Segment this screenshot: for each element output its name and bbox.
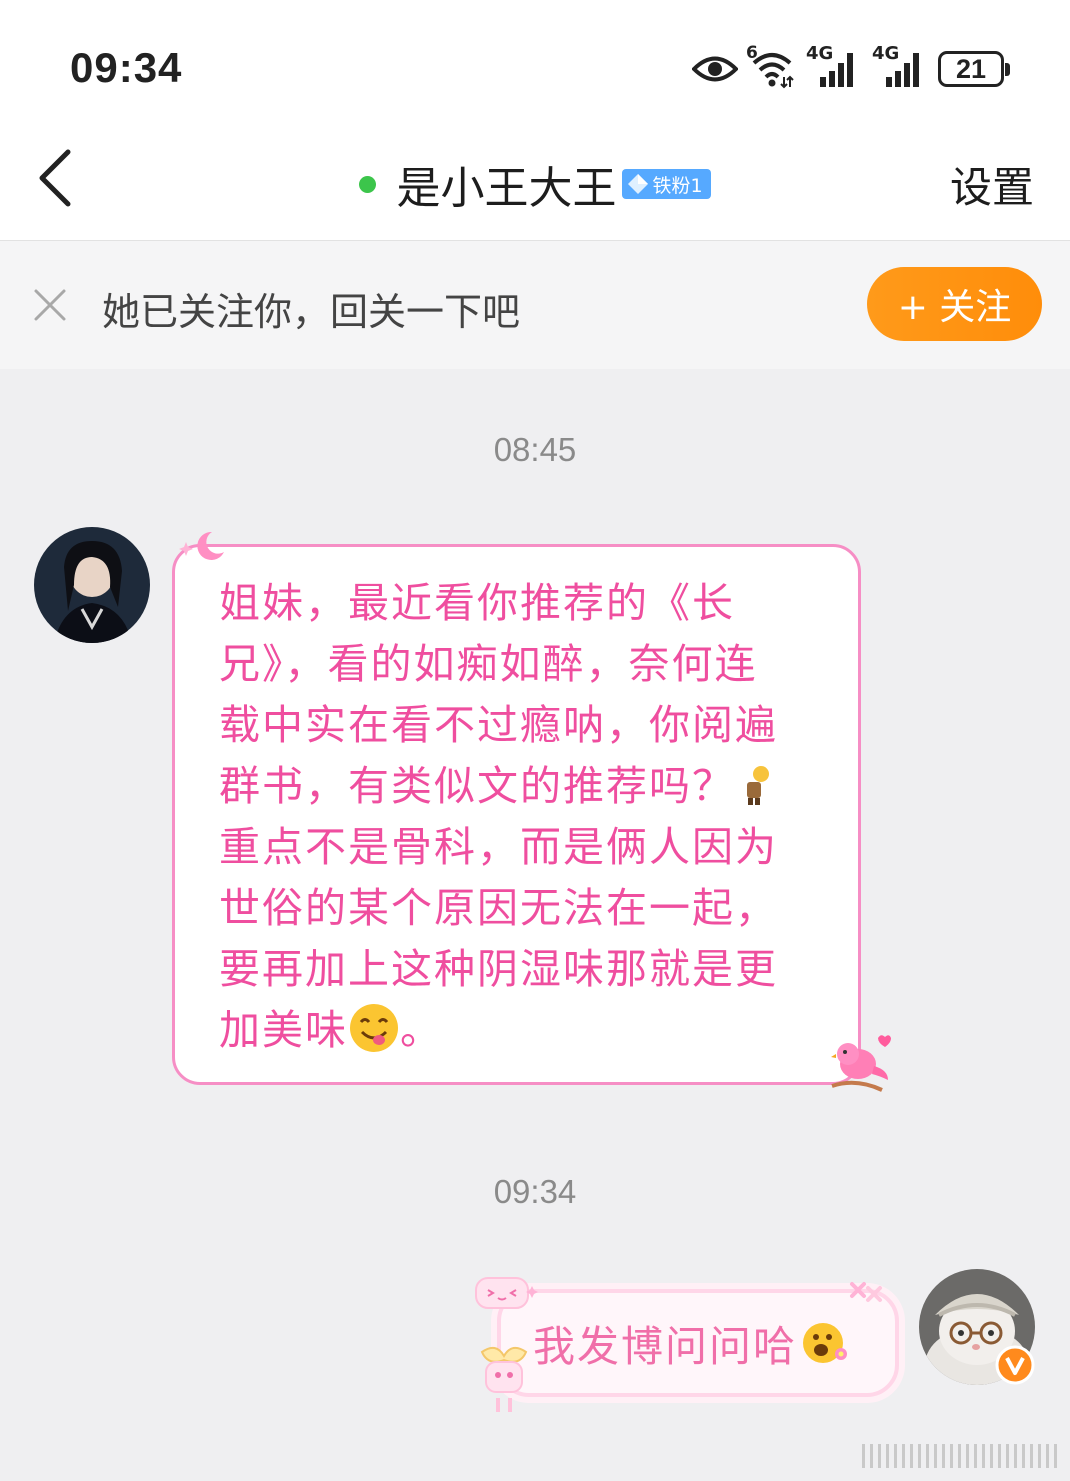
- follow-button-label: + 关注: [897, 287, 1012, 328]
- message-line: 重点不是骨科，而是俩人因为: [219, 823, 778, 871]
- message-line: 载中实在看不过瘾呐，你阅遍: [219, 701, 778, 749]
- message-line: 要再加上这种阴湿味那就是更: [219, 945, 778, 993]
- x-sticker-icon: [850, 1282, 882, 1302]
- verified-v-badge-icon: [995, 1345, 1035, 1385]
- signal-icon: 4G: [806, 43, 860, 89]
- close-follow-bar-button[interactable]: [32, 287, 68, 323]
- outgoing-message-bubble[interactable]: 我发博问问哈: [497, 1289, 899, 1397]
- settings-button[interactable]: 设置: [950, 154, 1034, 215]
- eye-icon: [692, 56, 738, 82]
- bow-sticker-icon: [480, 1346, 528, 1412]
- status-icons: 6 4G 4G 21: [692, 43, 1010, 94]
- yum-face-emoji-icon: [350, 1004, 398, 1052]
- message-line: 群书，有类似文的推荐吗？: [219, 762, 735, 810]
- online-status-dot: [359, 175, 377, 193]
- wifi-icon: 6: [746, 43, 794, 89]
- fan-badge-label: 铁粉1: [652, 174, 703, 197]
- signal-icon-2: 4G: [872, 43, 926, 89]
- thinking-person-emoji-icon: [747, 766, 769, 805]
- cute-face-sticker-icon: [475, 1277, 538, 1309]
- contact-avatar[interactable]: [34, 527, 150, 643]
- follow-button[interactable]: + 关注: [867, 267, 1042, 341]
- wifi-label: 6: [746, 43, 758, 63]
- chat-title: 是小王大王 铁粉1: [0, 152, 1070, 216]
- diamond-icon: [628, 174, 649, 194]
- incoming-message-text: 姐妹，最近看你推荐的《长 兄》，看的如痴如醉，奈何连 载中实在看不过瘾呐，你阅遍…: [219, 573, 828, 1061]
- bird-sticker-icon: [831, 1035, 891, 1092]
- status-time: 09:34: [70, 44, 183, 91]
- message-timestamp: 09:34: [493, 1173, 577, 1210]
- battery-icon: 21: [938, 51, 1010, 87]
- outgoing-message-text: 我发博问问哈: [533, 1321, 798, 1371]
- message-line: 兄》，看的如痴如醉，奈何连: [219, 640, 758, 688]
- fan-badge: 铁粉1: [622, 169, 711, 199]
- follow-prompt-text: 她已关注你，回关一下吧: [102, 290, 521, 334]
- status-bar: 09:34 6 4G 4G 21: [0, 0, 1070, 130]
- battery-level: 21: [955, 53, 987, 84]
- follow-back-bar: 她已关注你，回关一下吧 + 关注: [0, 241, 1070, 369]
- moon-sticker-icon: [179, 531, 224, 560]
- message-suffix: 。: [400, 1006, 443, 1054]
- message-timestamp: 08:45: [493, 431, 577, 468]
- message-line: 姐妹，最近看你推荐的《长: [219, 579, 735, 627]
- flower-face-emoji-icon: [803, 1323, 848, 1363]
- home-indicator: [862, 1444, 1057, 1468]
- message-line: 加美味: [219, 1006, 348, 1054]
- close-icon: [34, 289, 66, 321]
- incoming-message-bubble[interactable]: 姐妹，最近看你推荐的《长 兄》，看的如痴如醉，奈何连 载中实在看不过瘾呐，你阅遍…: [172, 544, 861, 1085]
- contact-name[interactable]: 是小王大王: [396, 152, 616, 216]
- chat-header: 是小王大王 铁粉1 设置: [0, 130, 1070, 241]
- message-line: 世俗的某个原因无法在一起，: [219, 884, 778, 932]
